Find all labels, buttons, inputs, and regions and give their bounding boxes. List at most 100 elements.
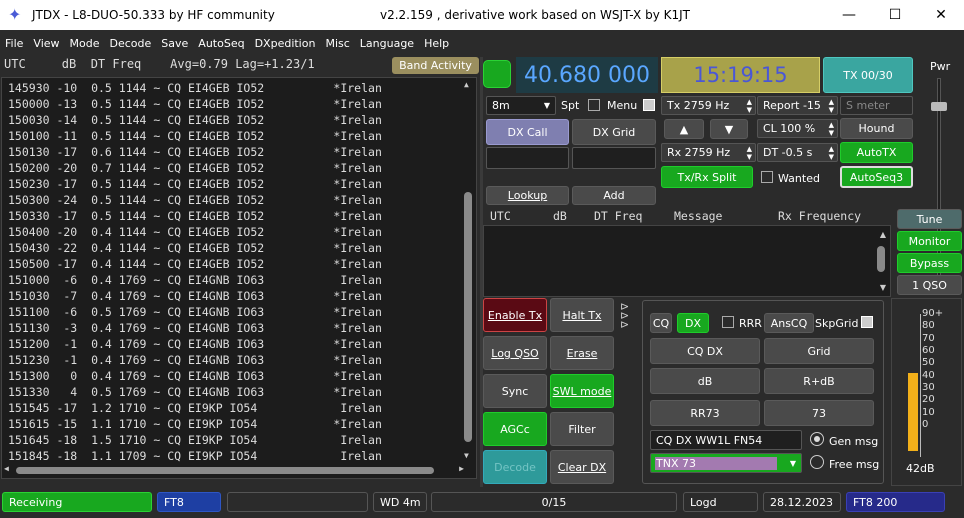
monitor-button[interactable]: Monitor: [897, 231, 962, 251]
free-msg-radio[interactable]: [810, 455, 824, 469]
menu-help[interactable]: Help: [419, 37, 454, 50]
menu-save[interactable]: Save: [156, 37, 193, 50]
free-text-input[interactable]: CQ DX WW1L FN54: [650, 430, 802, 450]
dt-field[interactable]: DT -0.5 s ▲ ▼: [757, 143, 838, 162]
decode-row[interactable]: 151300 0 0.4 1769 ~ CQ EI4GNB IO63 *Irel…: [2, 368, 476, 384]
decode-row[interactable]: 151230 -1 0.4 1769 ~ CQ EI4GNB IO63 *Ire…: [2, 352, 476, 368]
menu-dxpedition[interactable]: DXpedition: [250, 37, 321, 50]
erase-button[interactable]: Erase: [550, 336, 614, 370]
decode-row[interactable]: 150200 -20 0.7 1144 ~ CQ EI4GEB IO52 *Ir…: [2, 160, 476, 176]
dx-call-button[interactable]: DX Call: [486, 119, 569, 145]
menu-language[interactable]: Language: [355, 37, 419, 50]
decode-row[interactable]: 151200 -1 0.4 1769 ~ CQ EI4GNB IO63 *Ire…: [2, 336, 476, 352]
decode-row[interactable]: 151645 -18 1.5 1710 ~ CQ EI9KP IO54 Irel…: [2, 432, 476, 448]
decode-row[interactable]: 151615 -15 1.1 1710 ~ CQ EI9KP IO54 *Ire…: [2, 416, 476, 432]
menu-autoseq[interactable]: AutoSeq: [193, 37, 249, 50]
scroll-thumb[interactable]: [877, 246, 885, 272]
menu-misc[interactable]: Misc: [320, 37, 354, 50]
halt-tx-button[interactable]: Halt Tx: [550, 298, 614, 332]
tnx-message-select[interactable]: TNX 73 ▼: [650, 453, 802, 473]
band-select[interactable]: 8m ▼: [486, 96, 556, 115]
log-qso-button[interactable]: Log QSO: [483, 336, 547, 370]
agcc-button[interactable]: AGCc: [483, 412, 547, 446]
band-activity-label[interactable]: Band Activity: [392, 57, 479, 74]
rrr-checkbox[interactable]: [722, 316, 734, 328]
rx-frequency-field[interactable]: Rx 2759 Hz ▲ ▼: [661, 143, 756, 162]
smeter-field[interactable]: S meter: [840, 96, 913, 115]
decode-row[interactable]: 151545 -17 1.2 1710 ~ CQ EI9KP IO54 Irel…: [2, 400, 476, 416]
tx-rr73-button[interactable]: RR73: [650, 400, 760, 426]
spin-icon[interactable]: ▲ ▼: [829, 145, 834, 161]
hscroll-thumb[interactable]: [16, 467, 434, 474]
dx-call-input[interactable]: [486, 147, 569, 169]
scroll-right-icon[interactable]: ▶: [459, 464, 464, 473]
maximize-icon[interactable]: ☐: [872, 0, 918, 30]
menu-decode[interactable]: Decode: [105, 37, 157, 50]
tx-grid-button[interactable]: Grid: [764, 338, 874, 364]
decode-row[interactable]: 150030 -14 0.5 1144 ~ CQ EI4GEB IO52 *Ir…: [2, 112, 476, 128]
decode-row[interactable]: 150130 -17 0.6 1144 ~ CQ EI4GEB IO52 *Ir…: [2, 144, 476, 160]
spt-checkbox[interactable]: [588, 99, 600, 111]
wanted-checkbox[interactable]: [761, 171, 773, 183]
pwr-slider-handle[interactable]: [931, 102, 947, 111]
tx-frequency-field[interactable]: Tx 2759 Hz ▲ ▼: [661, 96, 756, 115]
decode-row[interactable]: 151000 -6 0.4 1769 ~ CQ EI4GNB IO63 Irel…: [2, 272, 476, 288]
swl-mode-button[interactable]: SWL mode: [550, 374, 614, 408]
scroll-up-icon[interactable]: ▲: [880, 230, 886, 239]
one-qso-button[interactable]: 1 QSO: [897, 275, 962, 295]
decode-row[interactable]: 145930 -10 0.5 1144 ~ CQ EI4GEB IO52 *Ir…: [2, 80, 476, 96]
tab-switcher[interactable]: ⊳ ⊳ ⊳: [620, 301, 629, 330]
enable-tx-button[interactable]: Enable Tx: [483, 298, 547, 332]
tune-button[interactable]: Tune: [897, 209, 962, 229]
tx-cq-dx-button[interactable]: CQ DX: [650, 338, 760, 364]
dx-grid-button[interactable]: DX Grid: [572, 119, 656, 145]
decode-row[interactable]: 151845 -18 1.1 1709 ~ CQ EI9KP IO54 Irel…: [2, 448, 476, 464]
decode-row[interactable]: 150330 -17 0.5 1144 ~ CQ EI4GEB IO52 *Ir…: [2, 208, 476, 224]
decode-row[interactable]: 150500 -17 0.4 1144 ~ CQ EI4GEB IO52 *Ir…: [2, 256, 476, 272]
decode-row[interactable]: 150230 -17 0.5 1144 ~ CQ EI4GEB IO52 *Ir…: [2, 176, 476, 192]
decode-row[interactable]: 150400 -20 0.4 1144 ~ CQ EI4GEB IO52 *Ir…: [2, 224, 476, 240]
close-icon[interactable]: ✕: [918, 0, 964, 30]
decode-row[interactable]: 151330 4 0.5 1769 ~ CQ EI4GNB IO63 *Irel…: [2, 384, 476, 400]
spin-icon[interactable]: ▲ ▼: [829, 98, 834, 114]
skpgrid-checkbox[interactable]: [861, 316, 873, 328]
autoseq3-button[interactable]: AutoSeq3: [840, 166, 913, 188]
decode-row[interactable]: 151030 -7 0.4 1769 ~ CQ EI4GNB IO63 *Ire…: [2, 288, 476, 304]
scroll-left-icon[interactable]: ◀: [4, 464, 9, 473]
dx-button[interactable]: DX: [677, 313, 709, 333]
lookup-button[interactable]: Lookup: [486, 186, 569, 205]
cq-button[interactable]: CQ: [650, 313, 672, 333]
clear-dx-button[interactable]: Clear DX: [550, 450, 614, 484]
autotx-button[interactable]: AutoTX: [840, 142, 913, 163]
cl-field[interactable]: CL 100 % ▲ ▼: [757, 119, 838, 138]
menu-view[interactable]: View: [28, 37, 64, 50]
decode-button[interactable]: Decode: [483, 450, 547, 484]
decode-row[interactable]: 151130 -3 0.4 1769 ~ CQ EI4GNB IO63 *Ire…: [2, 320, 476, 336]
frequency-display[interactable]: 40.680 000: [516, 57, 658, 93]
scroll-down-icon[interactable]: ▼: [464, 451, 469, 460]
minimize-icon[interactable]: —: [826, 0, 872, 30]
horizontal-scrollbar[interactable]: ◀ ▶: [4, 464, 464, 476]
bypass-button[interactable]: Bypass: [897, 253, 962, 273]
menu-file[interactable]: File: [0, 37, 28, 50]
decode-row[interactable]: 150100 -11 0.5 1144 ~ CQ EI4GEB IO52 *Ir…: [2, 128, 476, 144]
spin-icon[interactable]: ▲ ▼: [829, 121, 834, 137]
filter-button[interactable]: Filter: [550, 412, 614, 446]
band-activity-list[interactable]: 145930 -10 0.5 1144 ~ CQ EI4GEB IO52 *Ir…: [1, 77, 477, 479]
spin-icon[interactable]: ▲ ▼: [747, 145, 752, 161]
tx-db-button[interactable]: dB: [650, 368, 760, 394]
tx-down-button[interactable]: ▼: [710, 119, 748, 139]
report-field[interactable]: Report -15 ▲ ▼: [757, 96, 838, 115]
gen-msg-radio[interactable]: [810, 432, 824, 446]
decode-row[interactable]: 151100 -6 0.5 1769 ~ CQ EI4GNB IO63 *Ire…: [2, 304, 476, 320]
rx-frequency-list[interactable]: ▲ ▼: [483, 225, 891, 297]
menu-checkbox[interactable]: [643, 99, 655, 111]
txrx-split-button[interactable]: Tx/Rx Split: [661, 166, 753, 188]
tx-r-db-button[interactable]: R+dB: [764, 368, 874, 394]
add-button[interactable]: Add: [572, 186, 656, 205]
tx-73-button[interactable]: 73: [764, 400, 874, 426]
tx-up-button[interactable]: ▲: [664, 119, 704, 139]
sync-button[interactable]: Sync: [483, 374, 547, 408]
scroll-down-icon[interactable]: ▼: [880, 283, 886, 292]
scroll-up-icon[interactable]: ▲: [464, 80, 469, 89]
